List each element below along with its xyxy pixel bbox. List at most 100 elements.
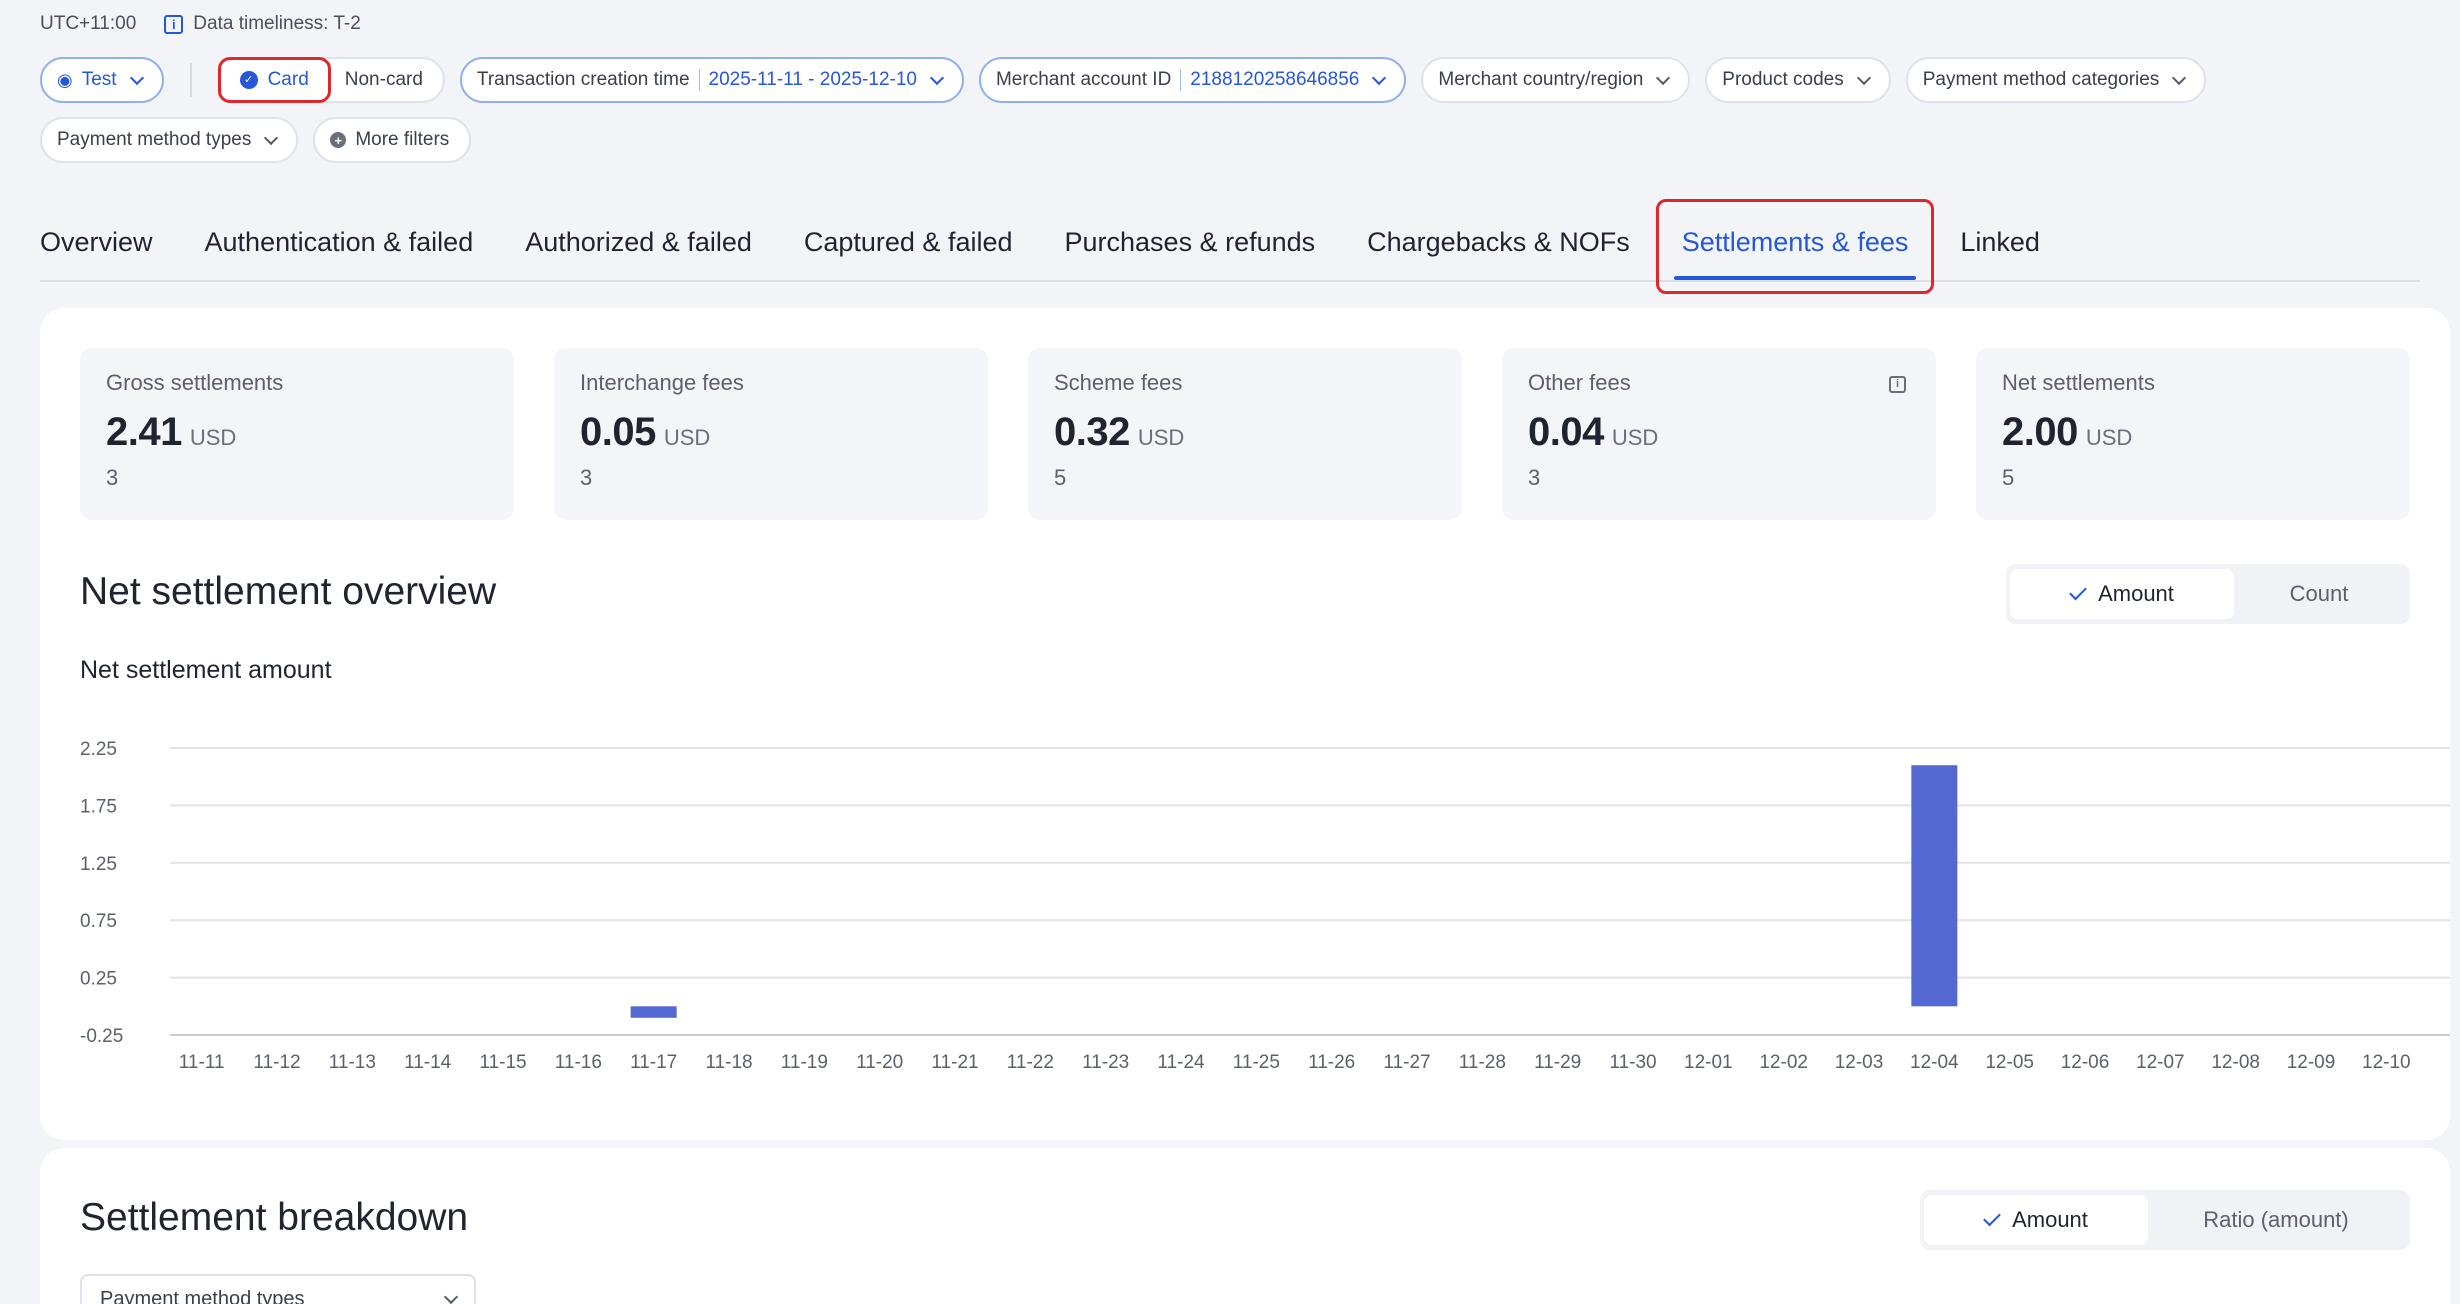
x-tick-label: 11-21 xyxy=(931,1052,978,1073)
toggle-amount[interactable]: Amount xyxy=(2010,569,2234,619)
separator xyxy=(1180,69,1182,91)
bar-12-04 xyxy=(1911,765,1958,1007)
x-tick-label: 11-20 xyxy=(856,1052,903,1073)
chevron-down-icon xyxy=(1656,70,1671,85)
merchant-account-label: Merchant account ID xyxy=(995,69,1172,90)
x-tick-label: 11-15 xyxy=(479,1052,526,1073)
environment-dropdown[interactable]: ◉ Test xyxy=(40,57,164,103)
y-tick-label: 2.25 xyxy=(80,739,117,760)
environment-label: Test xyxy=(81,69,117,90)
x-tick-label: 11-25 xyxy=(1233,1052,1280,1073)
net-settlement-bar-chart: 2.25 1.75 1.25 0.75 0.25 -0.25 11-11 11-12 11-13… xyxy=(80,739,2450,1073)
tab-overview[interactable]: Overview xyxy=(40,227,179,280)
check-icon xyxy=(1983,1208,2001,1226)
x-tick-label: 12-03 xyxy=(1835,1052,1884,1073)
x-tick-label: 11-23 xyxy=(1082,1052,1129,1073)
chevron-down-icon xyxy=(1372,70,1387,85)
separator xyxy=(698,69,700,91)
tab-settlements-fees[interactable]: Settlements & fees xyxy=(1655,199,1935,294)
x-tick-label: 12-08 xyxy=(2211,1052,2260,1073)
settlement-breakdown-title: Settlement breakdown xyxy=(80,1196,469,1239)
filter-divider xyxy=(189,63,192,97)
merchant-account-filter[interactable]: Merchant account ID 2188120258646856 xyxy=(978,57,1407,103)
more-filters-button[interactable]: + More filters xyxy=(313,117,472,163)
x-tick-label: 12-04 xyxy=(1910,1052,1959,1073)
payment-method-categories-filter[interactable]: Payment method categories xyxy=(1905,57,2207,103)
transaction-time-filter[interactable]: Transaction creation time 2025-11-11 - 2… xyxy=(459,57,964,103)
kpi-interchange-fees: Interchange fees 0.05 USD 3 xyxy=(554,348,988,520)
check-icon xyxy=(2069,582,2087,600)
y-tick-label: -0.25 xyxy=(80,1026,123,1047)
chart-title: Net settlement amount xyxy=(80,656,332,684)
net-settlement-overview-title: Net settlement overview xyxy=(80,570,497,613)
kpi-gross-settlements: Gross settlements 2.41 USD 3 xyxy=(80,348,514,520)
top-info-bar: UTC+11:00 i Data timeliness: T-2 xyxy=(40,10,361,38)
amount-count-toggle: Amount Count xyxy=(2006,564,2410,624)
x-tick-label: 12-06 xyxy=(2061,1052,2110,1073)
toggle-ratio-amount[interactable]: Ratio (amount) xyxy=(2148,1195,2404,1245)
settlement-breakdown-card: Settlement breakdown Amount Ratio (amoun… xyxy=(40,1148,2450,1304)
info-icon[interactable]: i xyxy=(1889,376,1906,393)
chevron-down-icon xyxy=(443,1289,459,1304)
payment-method-types-filter[interactable]: Payment method types xyxy=(40,117,299,163)
chevron-down-icon xyxy=(129,70,144,85)
tab-purchases-refunds[interactable]: Purchases & refunds xyxy=(1039,227,1342,280)
x-tick-label: 11-11 xyxy=(179,1052,225,1073)
payment-method-types-select[interactable]: Payment method types xyxy=(80,1274,476,1304)
chevron-down-icon xyxy=(929,70,945,85)
transaction-time-label: Transaction creation time xyxy=(476,69,690,90)
x-tick-label: 11-18 xyxy=(705,1052,752,1073)
chevron-down-icon xyxy=(264,130,279,145)
filter-bar: ◉ Test ✓ Card Non-card Transaction creat… xyxy=(40,56,2420,164)
y-tick-label: 0.75 xyxy=(80,911,117,932)
x-tick-label: 12-09 xyxy=(2287,1052,2336,1073)
non-card-option[interactable]: Non-card xyxy=(327,61,441,99)
x-tick-label: 11-27 xyxy=(1383,1052,1430,1073)
x-tick-label: 11-19 xyxy=(781,1052,828,1073)
chevron-down-icon xyxy=(2172,70,2187,85)
x-tick-label: 12-02 xyxy=(1759,1052,1808,1073)
chevron-down-icon xyxy=(1856,70,1871,85)
data-timeliness: i Data timeliness: T-2 xyxy=(164,13,361,35)
settlement-overview-card: Gross settlements 2.41 USD 3 Interchange … xyxy=(40,308,2450,1140)
eye-icon: ◉ xyxy=(57,69,73,90)
bar-11-17 xyxy=(630,1006,677,1018)
x-tick-label: 11-22 xyxy=(1007,1052,1054,1073)
x-tick-label: 12-10 xyxy=(2362,1052,2411,1073)
x-tick-label: 11-16 xyxy=(555,1052,602,1073)
tab-captured[interactable]: Captured & failed xyxy=(778,227,1039,280)
transaction-time-value: 2025-11-11 - 2025-12-10 xyxy=(708,69,917,90)
kpi-row: Gross settlements 2.41 USD 3 Interchange … xyxy=(80,348,2410,520)
tab-authorized[interactable]: Authorized & failed xyxy=(499,227,778,280)
x-tick-label: 11-14 xyxy=(404,1052,452,1073)
x-tick-label: 12-05 xyxy=(1985,1052,2034,1073)
tab-linked[interactable]: Linked xyxy=(1934,227,2066,280)
x-tick-label: 12-07 xyxy=(2136,1052,2185,1073)
card-option[interactable]: ✓ Card xyxy=(217,57,331,103)
y-tick-label: 1.25 xyxy=(80,854,117,875)
merchant-account-value: 2188120258646856 xyxy=(1190,69,1360,90)
x-tick-label: 11-26 xyxy=(1308,1052,1355,1073)
x-tick-label: 11-28 xyxy=(1459,1052,1506,1073)
toggle-amount[interactable]: Amount xyxy=(1924,1195,2148,1245)
x-tick-label: 12-01 xyxy=(1684,1052,1733,1073)
card-type-segmented: ✓ Card Non-card xyxy=(217,57,445,103)
x-tick-label: 11-13 xyxy=(329,1052,376,1073)
highlight-box xyxy=(1655,199,1935,294)
x-tick-label: 11-24 xyxy=(1157,1052,1205,1073)
plus-circle-icon: + xyxy=(330,132,347,148)
x-tick-label: 11-29 xyxy=(1534,1052,1581,1073)
x-tick-label: 11-30 xyxy=(1609,1052,1656,1073)
merchant-country-filter[interactable]: Merchant country/region xyxy=(1421,57,1691,103)
check-circle-icon: ✓ xyxy=(239,71,258,89)
tab-authentication[interactable]: Authentication & failed xyxy=(179,227,500,280)
x-tick-label: 11-17 xyxy=(630,1052,677,1073)
report-tabs: Overview Authentication & failed Authori… xyxy=(40,199,2420,294)
kpi-other-fees: Other fees i 0.04 USD 3 xyxy=(1502,348,1936,520)
y-tick-label: 1.75 xyxy=(80,796,117,817)
amount-ratio-toggle: Amount Ratio (amount) xyxy=(1920,1190,2410,1250)
toggle-count[interactable]: Count xyxy=(2234,569,2404,619)
product-codes-filter[interactable]: Product codes xyxy=(1705,57,1891,103)
tab-chargebacks[interactable]: Chargebacks & NOFs xyxy=(1341,227,1656,280)
timezone-label: UTC+11:00 xyxy=(40,13,137,34)
